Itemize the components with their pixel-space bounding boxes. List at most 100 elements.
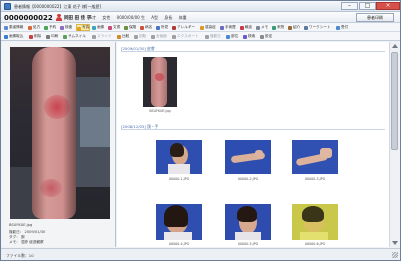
tag-label: タグ： [9, 235, 20, 239]
toolbar-button[interactable]: 保険 [124, 24, 136, 31]
resize-grip[interactable] [392, 252, 398, 258]
patient-age: 56才 [87, 15, 97, 20]
date-label: 撮影日： [9, 230, 24, 234]
maximize-button[interactable]: □ [359, 2, 376, 10]
toolbar-label: サムネイル [68, 34, 86, 38]
toolbar-button[interactable]: 検査 [60, 24, 72, 31]
toolbar-button[interactable]: 受付 [336, 24, 348, 31]
toolbar-icon [63, 35, 67, 39]
thumbnail-panel: [2009/01/30] 皮膚 BSUFKUE.jpg [2008/12/05]… [117, 42, 389, 247]
toolbar-button[interactable]: メモ [256, 24, 268, 31]
toolbar-icon [28, 26, 32, 30]
toolbar-button[interactable]: 写真 [76, 24, 91, 31]
toolbar-label: 患者情報 [9, 25, 24, 29]
patient-blood: A型 [151, 15, 159, 20]
toolbar-button[interactable]: 全画面 [151, 33, 167, 40]
toolbar-button[interactable]: ワークシート [304, 24, 331, 31]
toolbar-icon [226, 35, 230, 39]
toolbar-label: 受付 [341, 25, 349, 29]
toolbar-label: 処方 [33, 25, 41, 29]
toolbar-button[interactable]: エクスポート [172, 33, 198, 40]
thumbnail-caption: 00000-5.JPG [237, 242, 259, 246]
toolbar-icon [304, 26, 308, 30]
toolbar-label: 写真 [82, 25, 90, 29]
thumbnail-image[interactable] [292, 204, 338, 240]
thumbnail-image[interactable] [156, 140, 202, 174]
toolbar-button[interactable]: 文書 [108, 24, 120, 31]
toolbar-button[interactable]: 回転 [134, 33, 146, 40]
toolbar-button[interactable]: 印刷 [46, 33, 58, 40]
toolbar-button[interactable]: 輸血 [240, 24, 252, 31]
toolbar-button[interactable]: 所見 [156, 24, 168, 31]
memo-label: メモ： [9, 240, 20, 244]
section-divider [121, 129, 385, 130]
scroll-down-icon[interactable] [392, 241, 398, 245]
toolbar-label: 検査 [65, 25, 73, 29]
thumbnail-image[interactable] [225, 140, 271, 174]
toolbar-label: 手術歴 [225, 25, 236, 29]
toolbar-button[interactable]: 検索 [243, 33, 255, 40]
date-value: 2009/01/30 [24, 230, 46, 234]
thumbnail-image[interactable] [225, 204, 271, 240]
toolbar-icon [205, 35, 209, 39]
toolbar-button[interactable]: 比較 [117, 33, 129, 40]
toolbar-button[interactable]: 設定 [260, 33, 272, 40]
toolbar-button[interactable]: 手術歴 [220, 24, 236, 31]
toolbar-button[interactable]: 紹介 [288, 24, 300, 31]
thumbnail-image[interactable] [292, 140, 338, 174]
main-toolbar: 患者情報 処方 予約 検査 写真 画像 文書 保険 病名 所見 アレルギー 感染症 手術歴 輸血 メモ 来院 紹… [1, 23, 400, 32]
vertical-scrollbar[interactable] [389, 42, 399, 247]
toolbar-button[interactable]: 削除 [29, 33, 41, 40]
thumbnail-image[interactable] [156, 204, 202, 240]
toolbar-icon [272, 26, 276, 30]
toolbar-button[interactable]: 予約 [44, 24, 56, 31]
toolbar-button[interactable]: サムネイル [63, 33, 86, 40]
toolbar-button[interactable]: 病名 [140, 24, 152, 31]
patient-id: 0000000022 [4, 14, 53, 22]
toolbar-button[interactable]: 処方 [28, 24, 40, 31]
toolbar-button[interactable]: スライド [92, 33, 111, 40]
close-button[interactable]: × [376, 2, 400, 10]
toolbar-button[interactable]: 感染症 [200, 24, 216, 31]
patient-birthdate: 0000/00/00 生 [116, 15, 145, 20]
window-title: 患者情報【0000000022】江東 花子 様[一般歴] [14, 4, 102, 9]
toolbar-icon [172, 35, 176, 39]
preview-memo: メモ： 湿疹 経過観察 [9, 240, 44, 245]
preview-image[interactable] [10, 47, 110, 219]
scroll-thumb[interactable] [391, 52, 398, 150]
toolbar-label: 輸血 [245, 25, 253, 29]
toolbar-icon [151, 35, 155, 39]
patient-bar: 0000000022 同田 田 佳 子 56才 女性 0000/00/00 生 … [1, 12, 400, 23]
toolbar-label: 文書 [113, 25, 121, 29]
toolbar-button[interactable]: アレルギー [172, 24, 195, 31]
toolbar-icon [240, 26, 244, 30]
toolbar-label: 設定 [265, 34, 273, 38]
toolbar-button[interactable]: 来院 [272, 24, 284, 31]
scroll-up-icon[interactable] [392, 44, 398, 48]
toolbar-button[interactable]: 部位 [226, 33, 238, 40]
toolbar-icon [134, 35, 138, 39]
minimize-button[interactable]: – [341, 2, 358, 10]
patient-print-button[interactable]: 患者印刷 [356, 13, 394, 22]
toolbar-icon [117, 35, 121, 39]
status-text: ファイル数：10 [6, 253, 34, 258]
toolbar-icon [92, 35, 96, 39]
section-divider [121, 51, 385, 52]
toolbar-button[interactable]: 患者情報 [4, 24, 23, 31]
toolbar-button[interactable]: 画像 [92, 24, 104, 31]
toolbar-button[interactable]: 撮影日 [205, 33, 221, 40]
thumbnail-caption: 00000-4.JPG [168, 242, 190, 246]
toolbar-icon [140, 26, 144, 30]
toolbar-button[interactable]: 画像取込 [4, 33, 23, 40]
toolbar-label: スライド [97, 34, 112, 38]
status-bar: ファイル数：10 [1, 248, 400, 260]
toolbar-icon [172, 26, 176, 30]
patient-sex: 女性 [102, 15, 111, 20]
toolbar-icon [46, 35, 50, 39]
patient-icon [56, 14, 62, 21]
thumbnail-image[interactable] [143, 57, 177, 107]
preview-filename: BSUFKUE.jpg [9, 223, 33, 227]
toolbar-icon [220, 26, 224, 30]
toolbar-icon [108, 26, 112, 30]
toolbar-icon [200, 26, 204, 30]
